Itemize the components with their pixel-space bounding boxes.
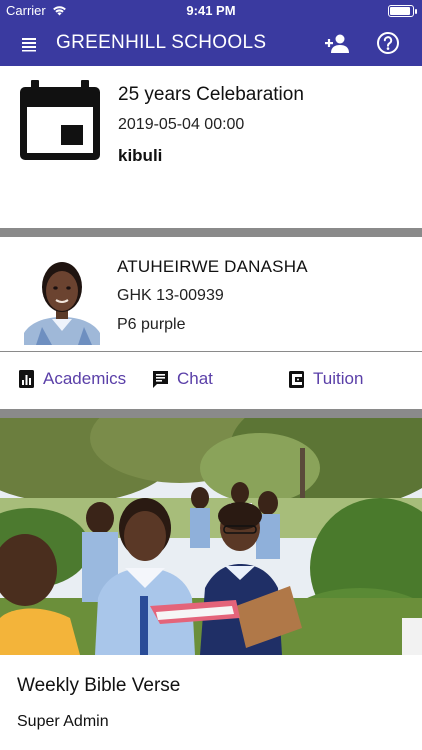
tuition-button[interactable]: Tuition — [288, 369, 363, 389]
post-author: Super Admin — [17, 713, 109, 730]
event-title: 25 years Celebaration — [118, 84, 304, 105]
status-time: 9:41 PM — [186, 3, 236, 18]
calendar-icon — [20, 80, 100, 160]
wallet-icon — [289, 371, 304, 388]
academics-button[interactable]: Academics — [18, 369, 126, 389]
student-id: GHK 13-00939 — [117, 287, 224, 304]
bar-chart-icon — [19, 370, 34, 388]
student-card[interactable]: ATUHEIRWE DANASHA GHK 13-00939 P6 purple — [0, 237, 422, 352]
tuition-label: Tuition — [313, 369, 364, 388]
app-bar: GREENHILL SCHOOLS — [0, 22, 422, 66]
academics-label: Academics — [43, 369, 127, 388]
battery-fill — [390, 7, 410, 15]
status-bar: Carrier 9:41 PM — [0, 0, 422, 22]
post-title: Weekly Bible Verse — [17, 675, 181, 696]
event-card[interactable]: 25 years Celebaration 2019-05-04 00:00 k… — [0, 66, 422, 228]
post-card[interactable]: Weekly Bible Verse Super Admin — [0, 655, 422, 750]
menu-icon[interactable] — [20, 35, 38, 53]
chat-label: Chat — [177, 369, 213, 388]
section-divider — [0, 228, 422, 237]
action-bar: Academics Chat Tuition — [0, 352, 422, 409]
student-avatar — [16, 253, 108, 345]
student-name: ATUHEIRWE DANASHA — [117, 257, 308, 276]
add-user-icon[interactable] — [324, 31, 350, 57]
battery-icon — [388, 5, 417, 17]
help-icon[interactable] — [376, 31, 400, 55]
event-datetime: 2019-05-04 00:00 — [118, 116, 245, 133]
chat-icon — [153, 371, 168, 388]
event-location: kibuli — [118, 146, 163, 165]
student-class: P6 purple — [117, 316, 186, 333]
app-title: GREENHILL SCHOOLS — [56, 32, 267, 53]
section-divider — [0, 409, 422, 418]
chat-button[interactable]: Chat — [152, 369, 213, 389]
school-banner-image[interactable] — [0, 418, 422, 655]
